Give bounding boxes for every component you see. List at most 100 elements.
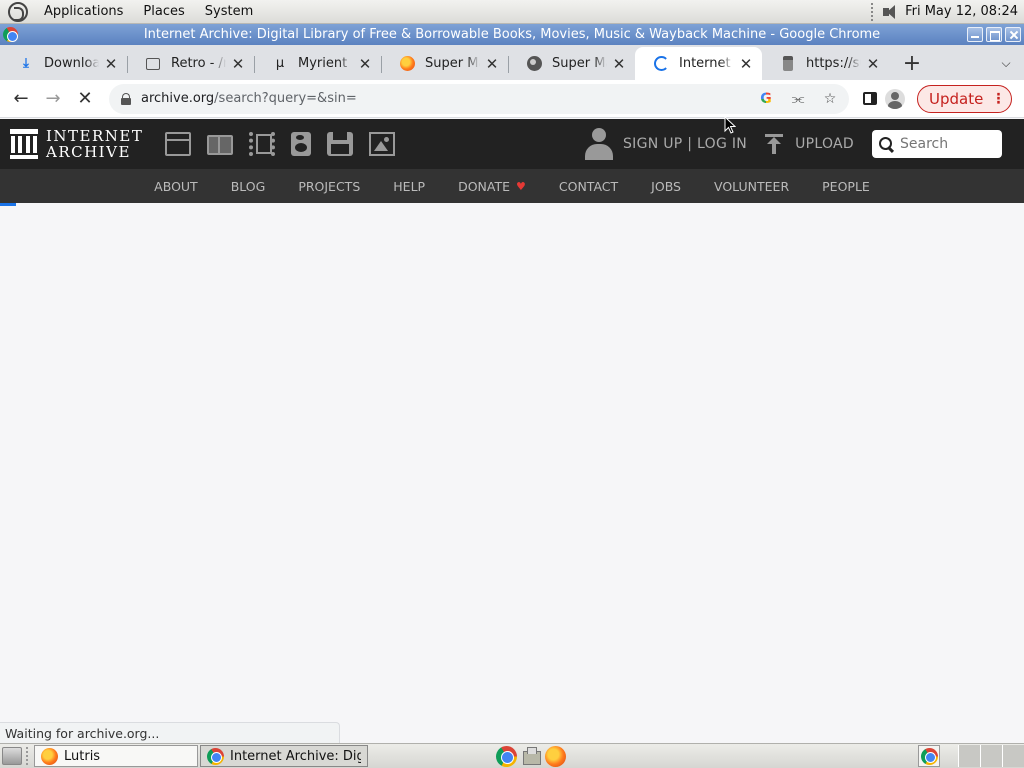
system-menu[interactable]: System [195,4,263,19]
update-label: Update [929,89,984,108]
firefox-icon [399,56,415,72]
status-bubble: Waiting for archive.org... [0,722,340,743]
url-path: /search?query=&sin= [214,91,357,106]
tab-title: Downloads [44,56,99,71]
web-icon[interactable] [165,132,192,156]
ia-user-area: SIGN UP | LOG IN UPLOAD [584,128,1024,160]
google-lens-icon[interactable]: G [755,88,777,110]
ia-header: INTERNET ARCHIVE SIGN UP | LOG IN UPLOAD [0,119,1024,169]
tray-chrome-icon[interactable] [918,745,940,767]
window-controls [967,27,1021,42]
window-title: Internet Archive: Digital Library of Fre… [143,27,881,42]
tab-super-mario-2[interactable]: Super Mario ✕ [508,47,635,80]
chrome-launcher-icon[interactable] [496,745,517,767]
bookmark-star-icon[interactable]: ☆ [819,88,841,110]
tab-super-mario-1[interactable]: Super Mario ✕ [381,47,508,80]
download-icon: ⤓ [23,56,29,71]
search-icon[interactable] [879,136,894,152]
share-icon[interactable]: ⫘ [787,88,809,110]
nav-people[interactable]: PEOPLE [806,179,887,194]
software-floppy-icon[interactable] [327,132,354,156]
chrome-window-icon[interactable] [3,27,18,42]
tab-internet-archive[interactable]: Internet Archive ✕ [635,47,762,80]
system-tray [918,745,1024,767]
tab-title: https://sup [806,56,861,71]
profile-icon[interactable] [885,88,905,109]
page-loading-bar [0,203,16,206]
bottle-icon [780,56,796,72]
nav-blog[interactable]: BLOG [214,179,282,194]
nav-donate[interactable]: DONATE ♥ [442,179,543,194]
minimize-button[interactable] [967,27,983,42]
launchers [496,745,566,767]
ia-top-nav: ABOUT BLOG PROJECTS HELP DONATE ♥ CONTACT… [0,169,1024,203]
show-desktop-icon[interactable] [2,747,22,765]
stop-loading-button[interactable]: ✕ [69,83,101,115]
taskbar-item-internet-archive[interactable]: Internet Archive: Digi... [200,745,368,767]
mouse-cursor-icon [724,116,736,134]
panel-right: Fri May 12, 08:24 [871,2,1024,21]
update-button[interactable]: Update ⋮ [917,84,1013,113]
nav-donate-label: DONATE [458,178,511,194]
workspace-switcher-1[interactable] [958,745,980,767]
close-window-button[interactable] [1005,27,1021,42]
video-film-icon[interactable] [249,132,276,156]
url-host: archive.org [141,91,215,106]
tab-myrient[interactable]: μ Myrient | Ge ✕ [254,47,381,80]
nav-projects[interactable]: PROJECTS [282,179,377,194]
tab-retro[interactable]: Retro - /r/R ✕ [127,47,254,80]
texts-book-icon[interactable] [207,132,234,156]
side-panel-icon[interactable] [863,92,877,105]
ia-logo[interactable]: INTERNET ARCHIVE [10,128,143,160]
nav-help[interactable]: HELP [377,179,442,194]
ia-search-box[interactable] [872,130,1002,158]
forward-button[interactable]: → [37,83,69,115]
workspace-switcher-3[interactable] [1002,745,1024,767]
tab-close-icon[interactable]: ✕ [865,55,881,73]
window-titlebar[interactable]: Internet Archive: Digital Library of Fre… [0,24,1024,45]
nav-jobs[interactable]: JOBS [635,179,698,194]
myrient-icon: μ [275,56,285,71]
signup-login-link[interactable]: SIGN UP | LOG IN [623,136,747,152]
tab-downloads[interactable]: ⤓ Downloads ✕ [0,47,127,80]
logo-line-2: ARCHIVE [46,143,131,161]
tab-https-sup[interactable]: https://sup ✕ [762,47,889,80]
upload-label: UPLOAD [795,136,854,152]
user-icon[interactable] [584,128,613,160]
firefox-launcher-icon[interactable] [545,745,566,767]
gnome-foot-icon[interactable] [8,1,28,22]
tab-close-icon[interactable]: ✕ [230,55,246,73]
upload-icon [765,134,784,154]
taskbar-item-lutris[interactable]: Lutris [34,745,198,767]
tab-strip: ⤓ Downloads ✕ Retro - /r/R ✕ μ Myrient |… [0,45,1024,80]
omnibox-actions: G ⫘ ☆ [755,88,841,110]
new-tab-button[interactable]: + [895,47,929,80]
tab-close-icon[interactable]: ✕ [738,55,754,73]
images-icon[interactable] [369,132,396,156]
audio-speaker-icon[interactable] [291,132,312,156]
nav-volunteer[interactable]: VOLUNTEER [698,179,806,194]
logo-line-1: INTERNET [46,127,144,145]
chevron-down-icon[interactable]: ⌵ [988,47,1024,80]
address-bar[interactable]: archive.org/search?query=&sin= G ⫘ ☆ [109,83,849,114]
panel-clock[interactable]: Fri May 12, 08:24 [905,4,1018,19]
upload-link[interactable]: UPLOAD [765,134,854,154]
tab-close-icon[interactable]: ✕ [484,55,500,73]
applications-menu[interactable]: Applications [34,4,133,19]
nav-contact[interactable]: CONTACT [542,179,634,194]
search-input[interactable] [900,136,990,152]
volume-icon[interactable] [881,3,899,21]
top-panel: Applications Places System Fri May 12, 0… [0,0,1024,24]
maximize-button[interactable] [986,27,1002,42]
taskbar-grip-icon [26,747,30,765]
home-folder-icon[interactable] [521,747,541,765]
back-button[interactable]: ← [5,83,37,115]
heart-icon: ♥ [516,179,526,193]
tab-close-icon[interactable]: ✕ [357,55,373,73]
workspace-switcher-2[interactable] [980,745,1002,767]
nav-about[interactable]: ABOUT [138,179,215,194]
lock-icon[interactable] [121,92,131,105]
tab-close-icon[interactable]: ✕ [611,55,627,73]
places-menu[interactable]: Places [133,4,194,19]
tab-close-icon[interactable]: ✕ [103,55,119,73]
